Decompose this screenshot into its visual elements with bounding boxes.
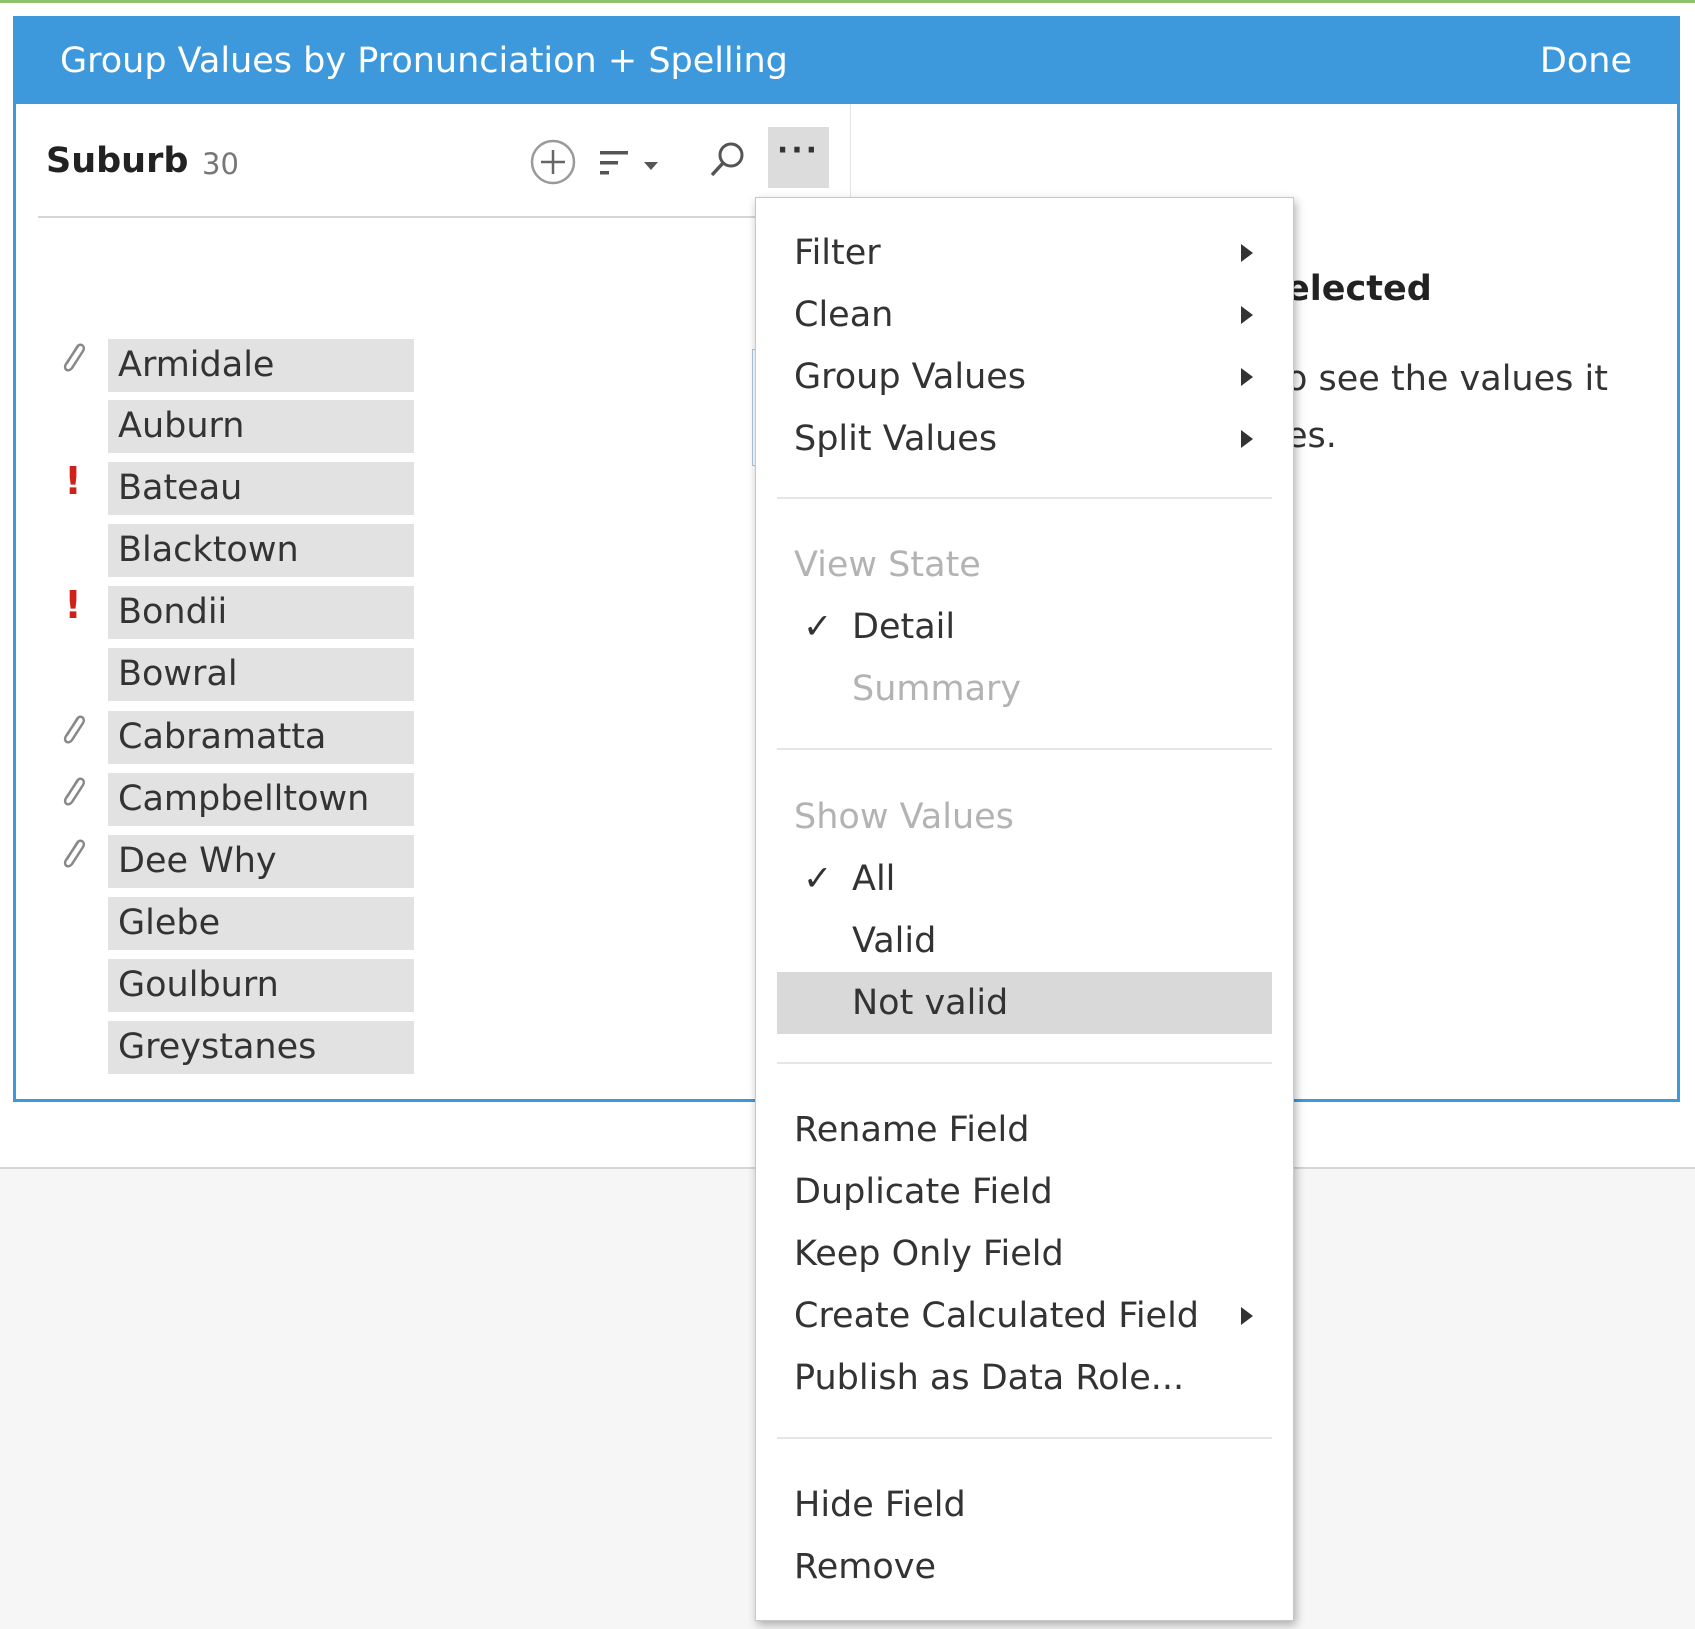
menu-item-duplicate-field[interactable]: Duplicate Field: [756, 1161, 1293, 1223]
menu-item-all[interactable]: ✓ All: [756, 848, 1293, 910]
value-row-bowral[interactable]: Bowral: [108, 648, 414, 701]
field-header-underline: [38, 216, 778, 218]
sort-options-dropdown[interactable]: [636, 151, 666, 181]
value-row-bondii[interactable]: Bondii: [108, 586, 414, 639]
menu-item-label: Filter: [794, 233, 881, 273]
menu-item-not-valid[interactable]: Not valid: [777, 972, 1272, 1034]
checkmark-icon: ✓: [803, 859, 833, 899]
field-value-count: 30: [202, 147, 239, 181]
menu-item-hide-field[interactable]: Hide Field: [756, 1474, 1293, 1536]
value-row-armidale[interactable]: Armidale: [108, 339, 414, 392]
dialog-header: Group Values by Pronunciation + Spelling…: [16, 19, 1677, 104]
warning-icon: !: [64, 459, 82, 503]
value-row-campbelltown[interactable]: Campbelltown: [108, 773, 414, 826]
value-row-bateau[interactable]: Bateau: [108, 462, 414, 515]
menu-separator: [777, 1062, 1272, 1064]
done-button[interactable]: Done: [1540, 41, 1632, 81]
menu-header-view-state: View State: [794, 545, 981, 585]
menu-item-label: All: [852, 859, 896, 899]
value-row-glebe[interactable]: Glebe: [108, 897, 414, 950]
plus-circle-icon: [530, 139, 576, 185]
menu-item-split-values[interactable]: Split Values: [756, 408, 1293, 470]
menu-item-label: Clean: [794, 295, 894, 335]
chevron-down-icon: [644, 162, 658, 170]
menu-item-label: Detail: [852, 607, 956, 647]
submenu-arrow-icon: [1241, 430, 1253, 448]
checkmark-icon: ✓: [803, 607, 833, 647]
paperclip-icon: [53, 769, 93, 815]
menu-item-detail[interactable]: ✓ Detail: [756, 596, 1293, 658]
value-row-dee-why[interactable]: Dee Why: [108, 835, 414, 888]
value-row-goulburn[interactable]: Goulburn: [108, 959, 414, 1012]
menu-item-clean[interactable]: Clean: [756, 284, 1293, 346]
value-row-cabramatta[interactable]: Cabramatta: [108, 711, 414, 764]
menu-separator: [777, 1437, 1272, 1439]
more-options-icon: ···: [776, 133, 821, 168]
menu-item-publish-as-data-role[interactable]: Publish as Data Role...: [756, 1347, 1293, 1409]
details-hint-line-1: o see the values it: [1286, 359, 1608, 399]
submenu-arrow-icon: [1241, 368, 1253, 386]
details-heading: elected: [1286, 269, 1432, 309]
column-divider: [850, 104, 851, 199]
menu-separator: [777, 497, 1272, 499]
menu-item-group-values[interactable]: Group Values: [756, 346, 1293, 408]
paperclip-icon: [53, 831, 93, 877]
paperclip-icon: [53, 707, 93, 753]
menu-item-create-calculated-field[interactable]: Create Calculated Field: [756, 1285, 1293, 1347]
value-row-blacktown[interactable]: Blacktown: [108, 524, 414, 577]
sort-icon: [600, 151, 628, 175]
more-options-button[interactable]: ···: [768, 127, 829, 188]
more-options-menu: Filter Clean Group Values Split Values V…: [755, 197, 1294, 1621]
menu-separator: [777, 748, 1272, 750]
search-icon: [710, 142, 744, 177]
menu-item-summary: Summary: [852, 669, 1022, 709]
menu-item-keep-only-field[interactable]: Keep Only Field: [756, 1223, 1293, 1285]
submenu-arrow-icon: [1241, 306, 1253, 324]
menu-item-remove[interactable]: Remove: [756, 1536, 1293, 1598]
value-row-auburn[interactable]: Auburn: [108, 400, 414, 453]
search-button[interactable]: [702, 135, 752, 185]
add-value-button[interactable]: [527, 136, 579, 188]
menu-header-show-values: Show Values: [794, 797, 1014, 837]
menu-item-label: Group Values: [794, 357, 1027, 397]
submenu-arrow-icon: [1241, 1307, 1253, 1325]
submenu-arrow-icon: [1241, 244, 1253, 262]
value-row-greystanes[interactable]: Greystanes: [108, 1021, 414, 1074]
sort-button[interactable]: [592, 141, 636, 185]
menu-item-filter[interactable]: Filter: [756, 222, 1293, 284]
paperclip-icon: [53, 335, 93, 381]
menu-item-label: Split Values: [794, 419, 998, 459]
menu-item-label: Create Calculated Field: [794, 1296, 1200, 1336]
field-name: Suburb: [46, 141, 189, 181]
dialog-title: Group Values by Pronunciation + Spelling: [60, 41, 788, 81]
warning-icon: !: [64, 583, 82, 627]
menu-item-valid[interactable]: Valid: [756, 910, 1293, 972]
menu-item-rename-field[interactable]: Rename Field: [756, 1099, 1293, 1161]
